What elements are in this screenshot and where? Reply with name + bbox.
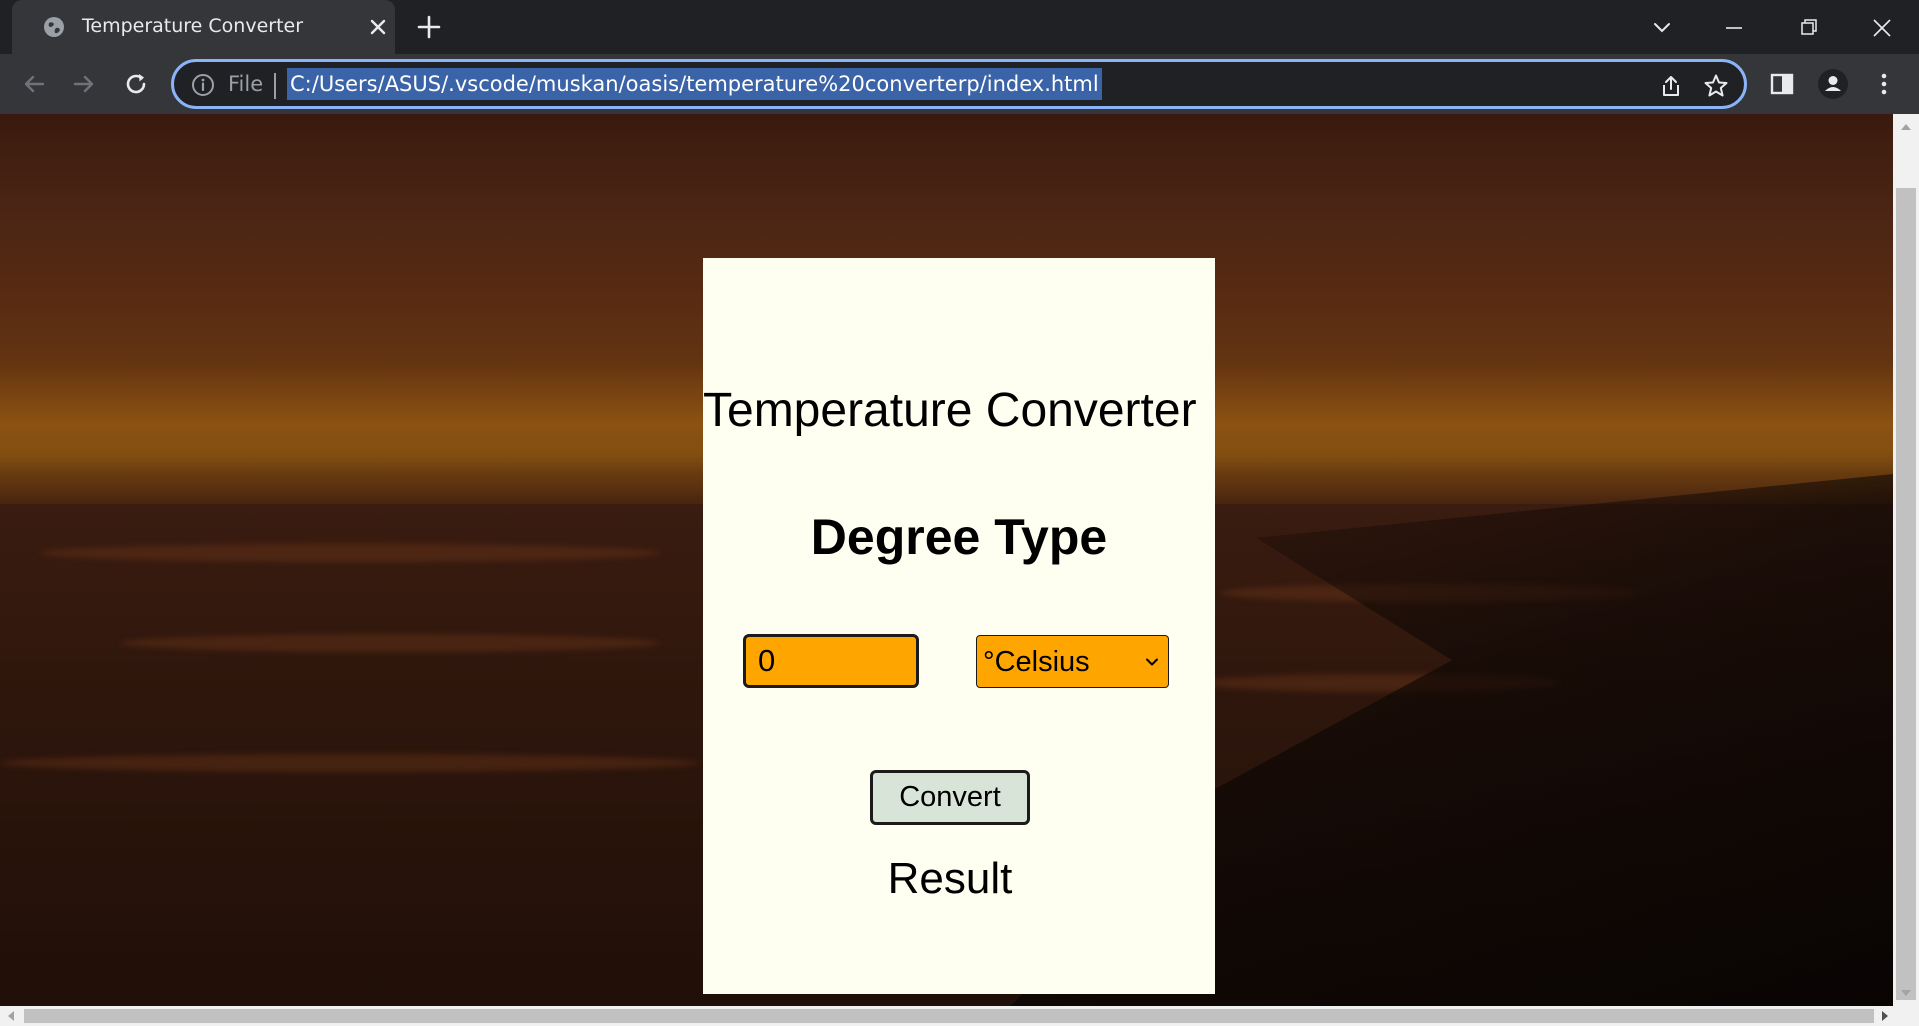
scheme-divider: [274, 73, 276, 99]
scheme-label: File: [228, 72, 264, 96]
forward-arrow-icon[interactable]: [68, 68, 100, 100]
tab-search-icon[interactable]: [1644, 10, 1680, 46]
restore-icon[interactable]: [1791, 10, 1827, 46]
converter-card: Temperature Converter Degree Type 0 °Cel…: [703, 258, 1215, 994]
new-tab-icon[interactable]: [415, 13, 443, 41]
unit-select-value: °Celsius: [983, 646, 1090, 678]
chevron-down-icon: [1146, 658, 1158, 666]
reload-icon[interactable]: [120, 68, 152, 100]
horizontal-scroll-thumb[interactable]: [24, 1009, 1874, 1023]
degree-type-heading: Degree Type: [810, 509, 1108, 565]
result-text: Result: [887, 854, 1013, 903]
wave: [40, 544, 660, 562]
vertical-scrollbar[interactable]: [1893, 114, 1919, 1006]
share-icon[interactable]: [1657, 72, 1685, 100]
scroll-left-arrow-icon[interactable]: [4, 1009, 18, 1023]
tab-strip: Temperature Converter: [0, 0, 1919, 54]
address-bar[interactable]: File C:/Users/ASUS/.vscode/muskan/oasis/…: [171, 59, 1747, 109]
back-arrow-icon[interactable]: [18, 68, 50, 100]
url-text[interactable]: C:/Users/ASUS/.vscode/muskan/oasis/tempe…: [287, 68, 1102, 100]
horizontal-scrollbar[interactable]: [0, 1006, 1919, 1026]
bookmark-star-icon[interactable]: [1702, 72, 1730, 100]
vertical-scroll-thumb[interactable]: [1896, 188, 1916, 1000]
close-window-icon[interactable]: [1864, 10, 1900, 46]
minimize-icon[interactable]: [1716, 10, 1752, 46]
site-info-icon[interactable]: [190, 72, 216, 98]
menu-kebab-icon[interactable]: [1868, 68, 1900, 100]
browser-tab[interactable]: Temperature Converter: [12, 0, 395, 54]
profile-avatar-icon[interactable]: [1817, 68, 1849, 100]
wave: [120, 634, 660, 652]
globe-icon: [44, 17, 64, 37]
page-viewport: Temperature Converter Degree Type 0 °Cel…: [0, 114, 1893, 1006]
wave: [0, 754, 700, 772]
scroll-down-arrow-icon[interactable]: [1899, 986, 1913, 1000]
unit-select[interactable]: °Celsius: [976, 635, 1169, 688]
convert-button[interactable]: Convert: [870, 770, 1030, 825]
tab-title: Temperature Converter: [82, 15, 304, 37]
scroll-right-arrow-icon[interactable]: [1878, 1009, 1892, 1023]
scroll-up-arrow-icon[interactable]: [1899, 120, 1913, 134]
temperature-input[interactable]: 0: [743, 634, 919, 688]
page-title: Temperature Converter: [703, 384, 1197, 437]
close-tab-icon[interactable]: [365, 14, 391, 40]
side-panel-icon[interactable]: [1766, 68, 1798, 100]
browser-toolbar: File C:/Users/ASUS/.vscode/muskan/oasis/…: [0, 54, 1919, 114]
